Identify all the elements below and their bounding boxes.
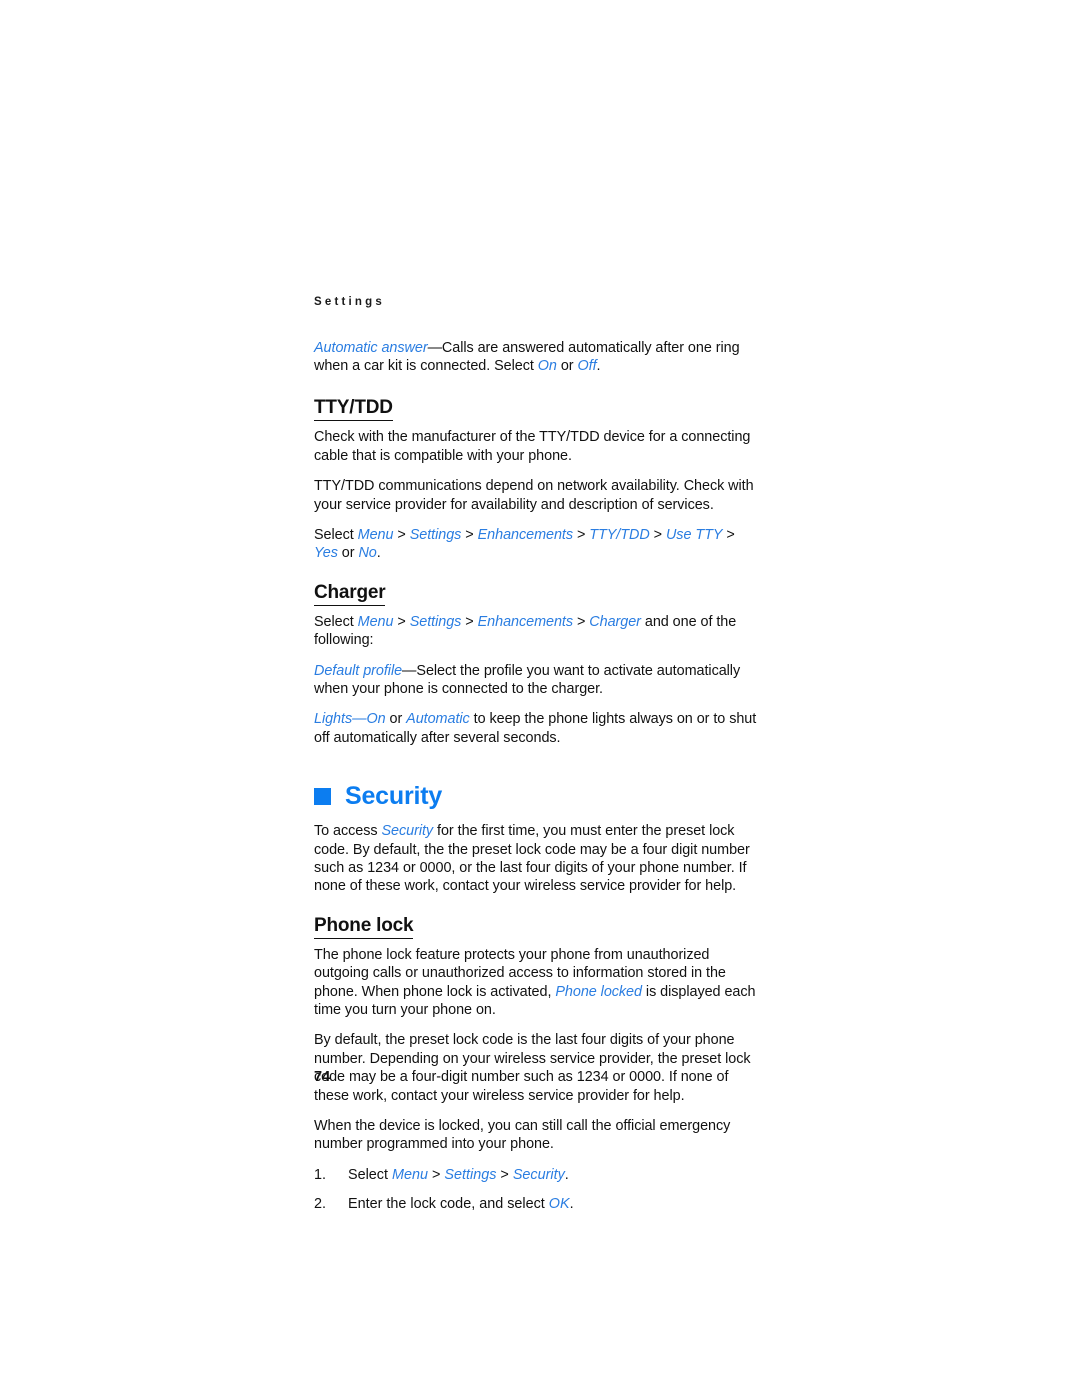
paragraph-phone-lock-3: When the device is locked, you can still… <box>314 1118 731 1153</box>
term-automatic-answer: Automatic answer <box>314 339 428 356</box>
subheading-tty-tdd: TTY/TDD <box>314 397 393 422</box>
period: . <box>564 1166 569 1183</box>
period: . <box>596 357 601 374</box>
path-item-enhancements: Enhancements <box>477 613 574 630</box>
running-header: Settings <box>314 296 385 308</box>
subheading-phone-lock: Phone lock <box>314 915 414 939</box>
step-number: 2. <box>314 1196 327 1213</box>
path-item-yes: Yes <box>314 545 338 562</box>
em-dash: — <box>352 711 367 728</box>
period: . <box>376 545 381 562</box>
path-separator: > <box>573 613 590 630</box>
paragraph-phone-lock-2: By default, the preset lock code is the … <box>314 1032 751 1104</box>
list-item: 1. Select Menu > Settings > Security. <box>314 1166 758 1184</box>
security-intro-lead: To access <box>314 823 382 840</box>
path-separator: > <box>649 526 666 543</box>
paragraph-security-intro: To access Security for the first time, y… <box>314 822 758 896</box>
option-on: On <box>537 357 557 374</box>
step-lead: Enter the lock code, and select <box>348 1196 549 1213</box>
term-default-profile: Default profile <box>314 662 403 679</box>
step-lead: Select <box>348 1166 392 1183</box>
path-item-settings: Settings <box>409 526 462 543</box>
path-item-menu: Menu <box>357 526 394 543</box>
em-dash: — <box>427 339 442 356</box>
em-dash: — <box>402 662 417 679</box>
path-item-menu: Menu <box>357 613 394 630</box>
menu-path-tty-tdd: Select Menu > Settings > Enhancements > … <box>314 526 758 563</box>
path-item-enhancements: Enhancements <box>477 526 574 543</box>
menu-path-charger: Select Menu > Settings > Enhancements > … <box>314 613 758 650</box>
path-item-menu: Menu <box>392 1166 428 1183</box>
path-separator: > <box>722 526 735 543</box>
path-item-use-tty: Use TTY <box>665 526 723 543</box>
procedure-steps-list: 1. Select Menu > Settings > Security. 2. E… <box>314 1166 758 1214</box>
conjunction-or: or <box>385 711 407 728</box>
path-separator: > <box>573 526 590 543</box>
path-separator: > <box>461 526 478 543</box>
subheading-charger-wrapper: Charger <box>314 582 758 613</box>
subheading-charger: Charger <box>314 582 386 606</box>
path-lead: Select <box>314 613 358 630</box>
paragraph-automatic-answer: Automatic answer—Calls are answered auto… <box>314 339 758 376</box>
step-number: 1. <box>314 1166 327 1183</box>
path-lead: Select <box>314 526 358 543</box>
document-page: Settings Automatic answer—Calls are answ… <box>0 0 1080 1397</box>
path-separator: > <box>461 613 478 630</box>
blue-square-bullet-icon <box>314 788 331 806</box>
path-separator: > <box>393 526 410 543</box>
period: . <box>569 1196 574 1213</box>
path-separator: > <box>496 1166 513 1183</box>
path-item-settings: Settings <box>444 1166 497 1183</box>
paragraph-lights: Lights—On or Automatic to keep the phone… <box>314 710 758 747</box>
option-on: On <box>366 711 386 728</box>
term-lights: Lights <box>314 711 353 728</box>
conjunction-or: or <box>556 357 578 374</box>
subheading-tty-tdd-wrapper: TTY/TDD <box>314 397 758 428</box>
paragraph-tty-tdd-2: TTY/TDD communications depend on network… <box>314 478 754 513</box>
path-item-no: No <box>358 545 377 562</box>
path-item-tty-tdd: TTY/TDD <box>589 526 650 543</box>
option-automatic: Automatic <box>406 711 470 728</box>
term-phone-locked: Phone locked <box>555 983 642 1000</box>
path-item-charger: Charger <box>589 613 641 630</box>
term-security: Security <box>381 823 434 840</box>
subheading-phone-lock-wrapper: Phone lock <box>314 915 758 946</box>
option-off: Off <box>577 357 597 374</box>
path-item-security: Security <box>512 1166 565 1183</box>
section-title-security: Security <box>345 782 443 811</box>
paragraph-tty-tdd-1: Check with the manufacturer of the TTY/T… <box>314 429 751 464</box>
page-number: 74 <box>314 1069 331 1085</box>
paragraph-default-profile: Default profile—Select the profile you w… <box>314 662 758 699</box>
section-heading-security: Security <box>314 783 758 810</box>
path-item-ok: OK <box>548 1196 570 1213</box>
paragraph-phone-lock-1: The phone lock feature protects your pho… <box>314 946 758 1020</box>
page-content: Settings Automatic answer—Calls are answ… <box>314 296 758 1225</box>
path-separator: > <box>393 613 410 630</box>
path-item-settings: Settings <box>409 613 462 630</box>
conjunction-or: or <box>337 545 359 562</box>
path-separator: > <box>428 1166 445 1183</box>
list-item: 2. Enter the lock code, and select OK. <box>314 1195 758 1213</box>
